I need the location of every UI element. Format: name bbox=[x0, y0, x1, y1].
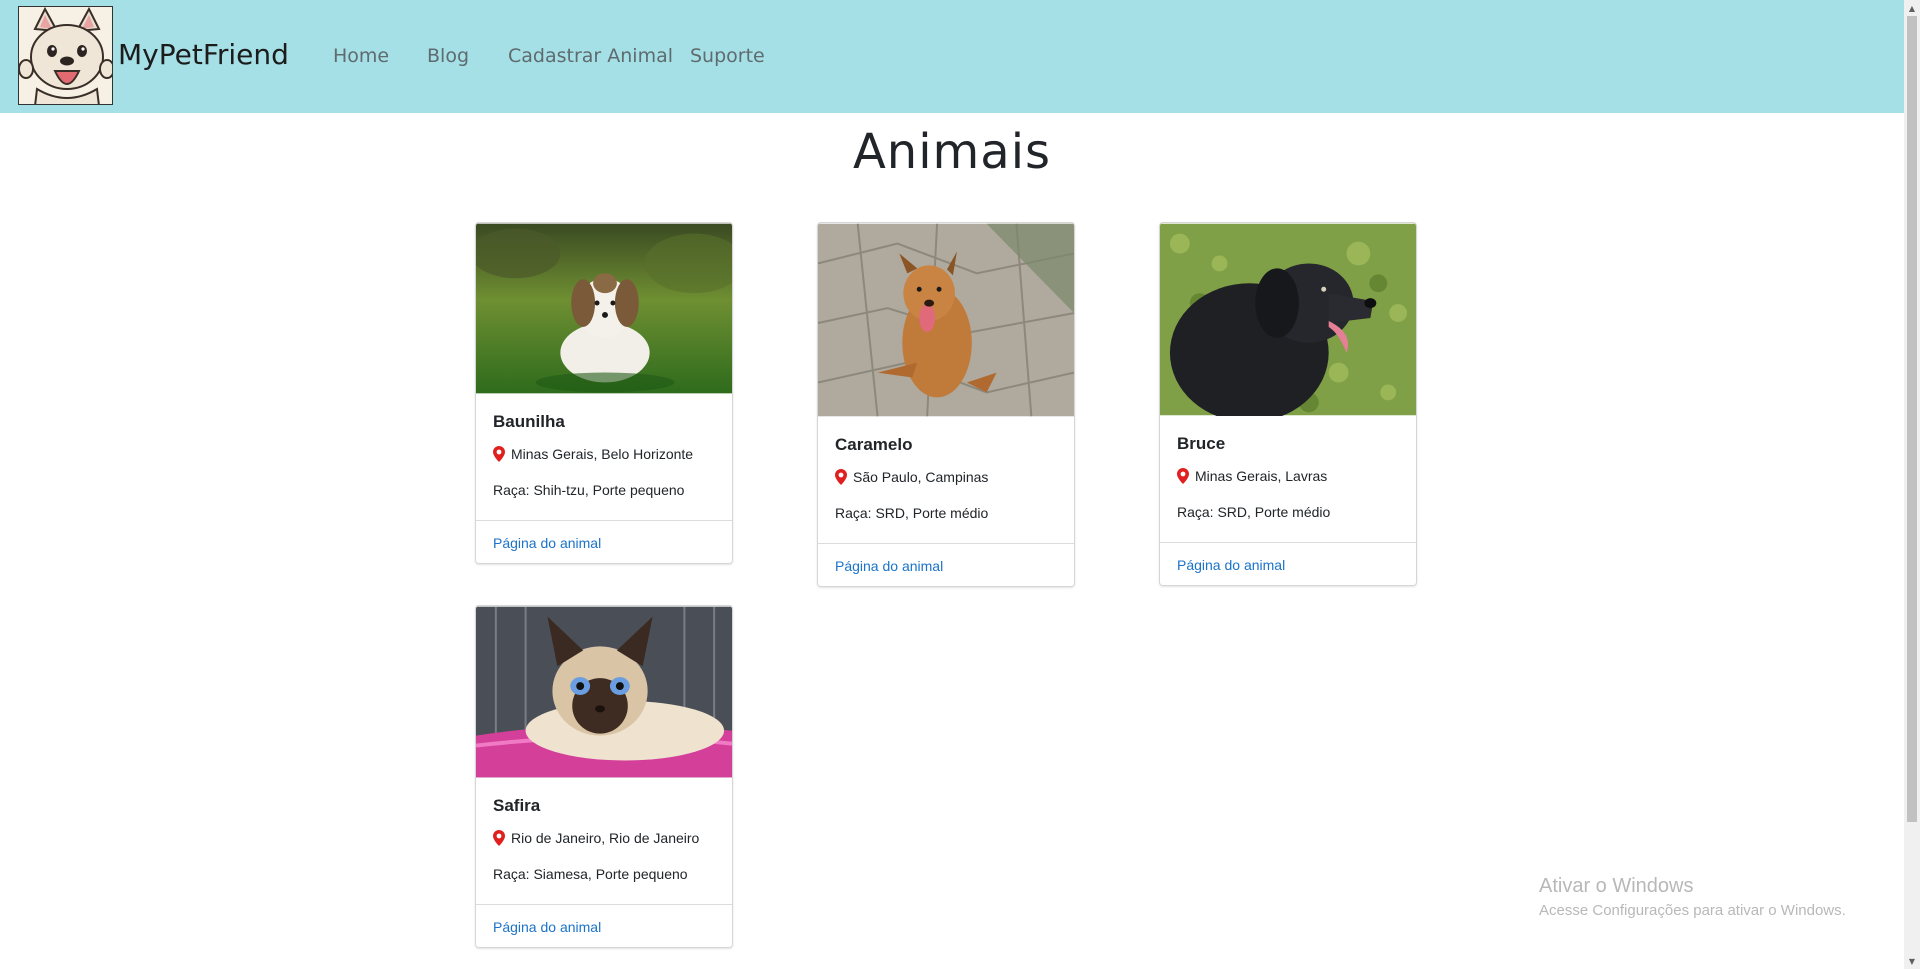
animal-photo bbox=[476, 606, 732, 778]
windows-activation-watermark: Ativar o Windows Acesse Configurações pa… bbox=[1539, 875, 1846, 919]
animal-card: Caramelo São Paulo, Campinas Raça: SRD, … bbox=[817, 222, 1075, 587]
animal-name: Safira bbox=[493, 796, 541, 815]
animal-name: Baunilha bbox=[493, 412, 565, 431]
location-pin-icon bbox=[493, 830, 505, 846]
nav-link-suporte[interactable]: Suporte bbox=[690, 45, 765, 67]
location-text: Minas Gerais, Lavras bbox=[1195, 468, 1328, 484]
location-text: Rio de Janeiro, Rio de Janeiro bbox=[511, 830, 700, 846]
brand-name[interactable]: MyPetFriend bbox=[118, 38, 289, 71]
nav-link-home[interactable]: Home bbox=[333, 45, 389, 67]
animal-location: Minas Gerais, Belo Horizonte bbox=[493, 446, 693, 462]
animal-name: Bruce bbox=[1177, 434, 1226, 453]
animal-card: Bruce Minas Gerais, Lavras Raça: SRD, Po… bbox=[1159, 222, 1417, 586]
brand-logo[interactable] bbox=[18, 6, 113, 105]
animal-photo bbox=[1160, 223, 1416, 416]
page-title: Animais bbox=[852, 124, 1052, 180]
watermark-subtitle: Acesse Configurações para ativar o Windo… bbox=[1539, 902, 1846, 919]
nav-link-blog[interactable]: Blog bbox=[427, 45, 469, 67]
animal-page-link[interactable]: Página do animal bbox=[493, 535, 601, 551]
animal-location: Minas Gerais, Lavras bbox=[1177, 468, 1327, 484]
animal-photo bbox=[476, 223, 732, 394]
animal-photo bbox=[818, 223, 1074, 417]
animal-breed: Raça: Shih-tzu, Porte pequeno bbox=[493, 482, 685, 498]
animal-breed: Raça: SRD, Porte médio bbox=[1177, 504, 1331, 520]
card-footer: Página do animal bbox=[476, 904, 732, 947]
location-pin-icon bbox=[493, 446, 505, 462]
location-text: São Paulo, Campinas bbox=[853, 469, 989, 485]
bulldog-logo-image bbox=[19, 7, 112, 104]
location-pin-icon bbox=[1177, 468, 1189, 484]
scroll-up-arrow-icon[interactable]: ▲ bbox=[1904, 0, 1920, 16]
animal-name: Caramelo bbox=[835, 435, 913, 454]
nav-link-cadastrar-animal[interactable]: Cadastrar Animal bbox=[508, 45, 673, 67]
animal-location: São Paulo, Campinas bbox=[835, 469, 988, 485]
card-footer: Página do animal bbox=[476, 520, 732, 563]
animal-card: Safira Rio de Janeiro, Rio de Janeiro Ra… bbox=[475, 605, 733, 948]
animal-location: Rio de Janeiro, Rio de Janeiro bbox=[493, 830, 699, 846]
card-footer: Página do animal bbox=[1160, 542, 1416, 585]
animal-card: Baunilha Minas Gerais, Belo Horizonte Ra… bbox=[475, 222, 733, 564]
watermark-title: Ativar o Windows bbox=[1539, 875, 1694, 897]
animal-breed: Raça: Siamesa, Porte pequeno bbox=[493, 866, 688, 882]
card-footer: Página do animal bbox=[818, 543, 1074, 586]
location-pin-icon bbox=[835, 469, 847, 485]
scroll-down-arrow-icon[interactable]: ▼ bbox=[1904, 953, 1920, 969]
animal-page-link[interactable]: Página do animal bbox=[493, 919, 601, 935]
navbar: MyPetFriend Home Blog Cadastrar Animal S… bbox=[0, 0, 1904, 113]
animal-breed: Raça: SRD, Porte médio bbox=[835, 505, 989, 521]
location-text: Minas Gerais, Belo Horizonte bbox=[511, 446, 694, 462]
animal-page-link[interactable]: Página do animal bbox=[1177, 557, 1285, 573]
animal-page-link[interactable]: Página do animal bbox=[835, 558, 943, 574]
vertical-scrollbar[interactable]: ▲ ▼ bbox=[1904, 0, 1920, 969]
scrollbar-thumb[interactable] bbox=[1907, 16, 1917, 822]
